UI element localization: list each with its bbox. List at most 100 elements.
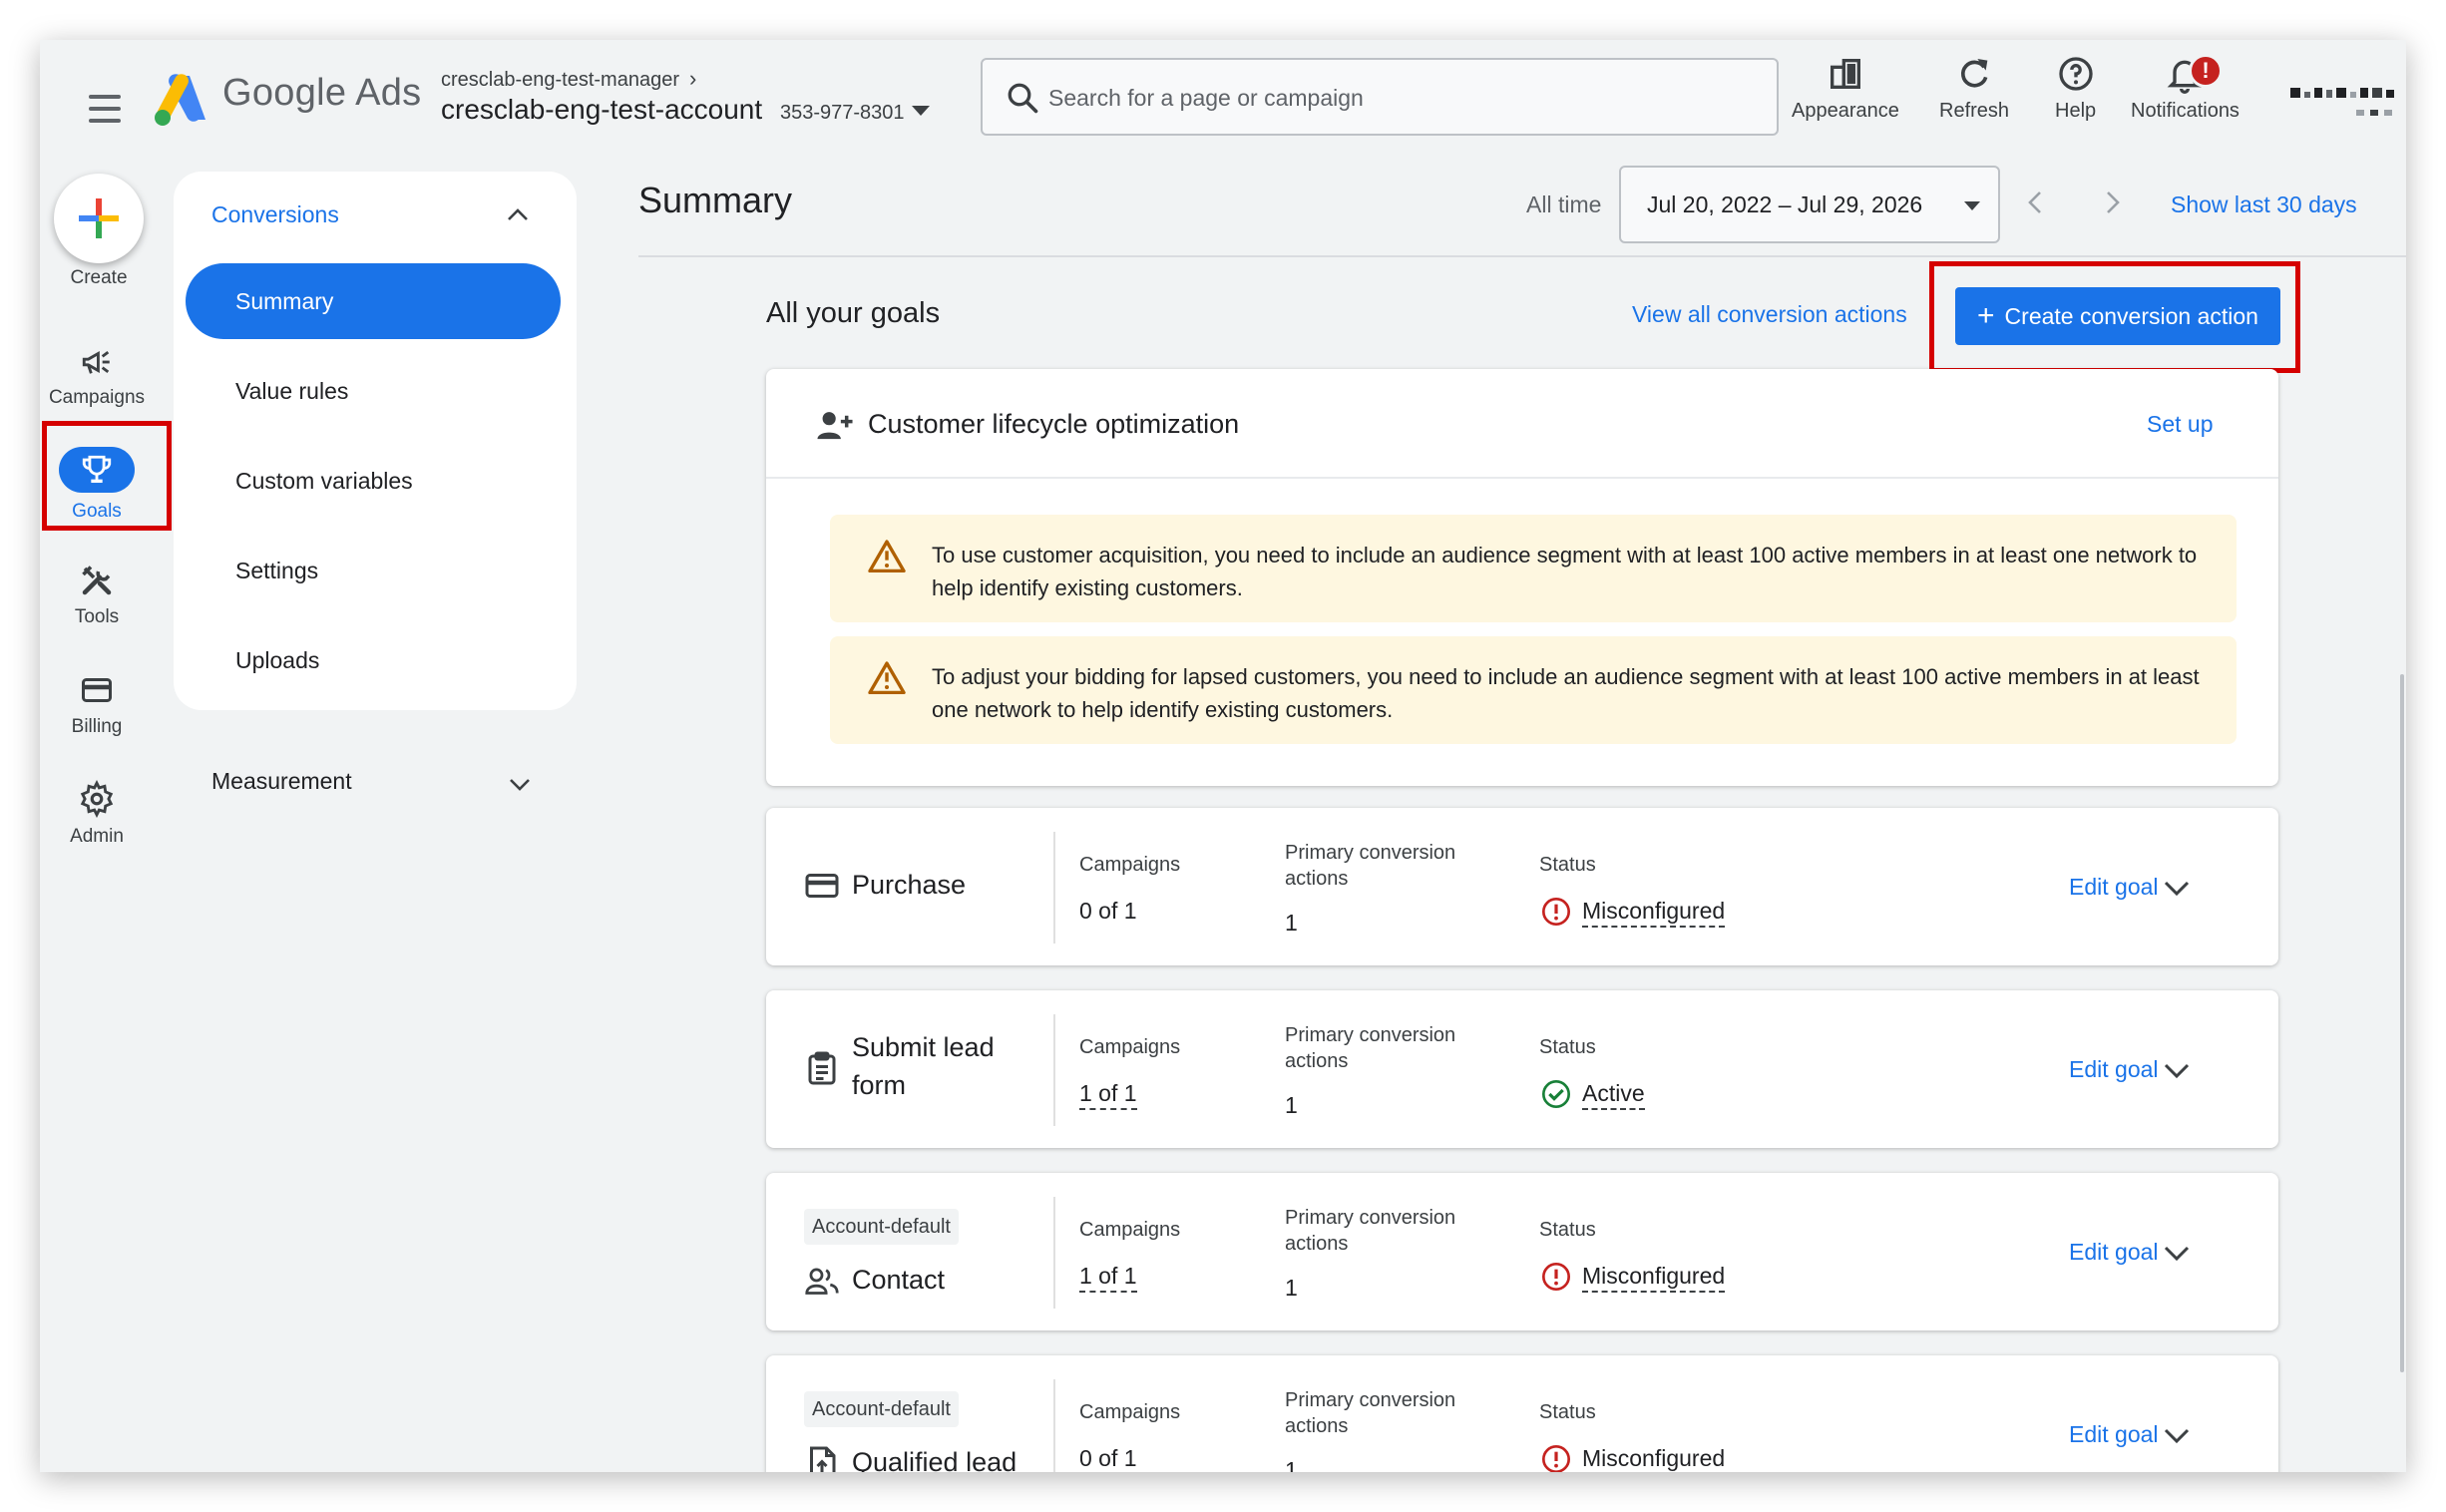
warning-icon [868,661,906,694]
rail-item-admin[interactable]: Admin [40,780,154,848]
account-dropdown-icon[interactable] [912,106,930,116]
goal-card-submit-lead-form: Submit lead form Campaigns 1 of 1 Primar… [766,990,2278,1148]
account-id: 353-977-8301 [780,102,905,124]
all-goals-heading: All your goals [766,297,941,329]
create-button[interactable] [54,174,144,263]
admin-label: Admin [70,826,124,847]
clipboard-icon [808,1051,836,1085]
appearance-icon [1830,59,1860,90]
campaigns-heading: Campaigns [1079,854,1181,876]
goal-separator [1053,1197,1055,1309]
refresh-button[interactable]: Refresh [1939,54,2009,123]
rail-item-tools[interactable]: Tools [40,563,154,628]
rail-item-campaigns[interactable]: Campaigns [40,345,154,409]
show-last-30-days-link[interactable]: Show last 30 days [2171,191,2357,218]
subnav-item-value-rules[interactable]: Value rules [186,353,561,429]
date-range-picker[interactable]: Jul 20, 2022 – Jul 29, 2026 [1619,166,2000,243]
refresh-icon [1961,59,1988,88]
appearance-button[interactable]: Appearance [1792,54,1899,123]
create-action-highlight-box [1929,261,2300,373]
brand-name: Google Ads [222,72,422,114]
campaigns-value: 0 of 1 [1079,898,1137,924]
plus-icon [79,198,119,238]
search-icon [1008,83,1038,114]
edit-goal-link[interactable]: Edit goal [2069,1421,2159,1448]
create-label: Create [70,267,128,288]
next-period-icon[interactable] [2097,188,2127,217]
page-title: Summary [638,180,793,220]
primary-actions-value: 1 [1285,910,1298,936]
measurement-section-header[interactable]: Measurement [211,768,352,795]
people-icon [805,1268,839,1295]
chevron-down-icon[interactable] [509,778,531,792]
gear-icon [80,780,114,818]
dropdown-caret-icon [1964,201,1980,210]
chevron-down-icon[interactable] [2163,880,2191,898]
primary-actions-value: 1 [1285,1275,1298,1301]
conversions-section-header[interactable]: Conversions [211,201,339,228]
chevron-down-icon[interactable] [2163,1245,2191,1263]
account-manager-breadcrumb[interactable]: cresclab-eng-test-manager › [441,66,696,92]
campaigns-value[interactable]: 1 of 1 [1079,1263,1137,1293]
campaigns-heading: Campaigns [1079,1219,1181,1241]
edit-goal-link[interactable]: Edit goal [2069,1056,2159,1083]
google-ads-logo [155,74,205,126]
primary-actions-heading: Primary conversion actions [1285,1024,1456,1072]
status-value[interactable]: Misconfigured [1582,1263,1726,1293]
chevron-right-icon: › [689,66,697,91]
help-icon [2058,57,2093,91]
campaigns-label: Campaigns [48,387,146,408]
notifications-button[interactable]: Notifications ! [2131,54,2240,123]
previous-period-icon[interactable] [2021,188,2051,217]
status-value[interactable]: Misconfigured [1582,1445,1725,1472]
primary-actions-value: 1 [1285,1092,1298,1118]
conversions-subnav: Conversions Summary Value rules Custom v… [174,172,577,710]
status-value[interactable]: Active [1582,1080,1645,1110]
warning-text: To adjust your bidding for lapsed custom… [932,664,2200,722]
customer-lifecycle-card: Customer lifecycle optimization Set up T… [766,369,2278,786]
subnav-item-summary[interactable]: Summary [186,263,561,339]
search-input[interactable] [1048,74,1747,122]
refresh-label: Refresh [1939,100,2010,122]
campaigns-heading: Campaigns [1079,1401,1181,1423]
error-icon [1542,898,1570,926]
subnav-item-custom-variables[interactable]: Custom variables [186,443,561,519]
scrollbar[interactable] [2400,674,2404,1372]
view-all-conversion-actions-link[interactable]: View all conversion actions [1632,301,1907,328]
notification-badge: ! [2189,54,2223,88]
subnav-item-uploads[interactable]: Uploads [186,622,561,698]
account-name[interactable]: cresclab-eng-test-account [441,94,762,126]
status-value[interactable]: Misconfigured [1582,898,1726,928]
lifecycle-title: Customer lifecycle optimization [868,409,1240,439]
subnav-item-settings[interactable]: Settings [186,533,561,608]
set-up-link[interactable]: Set up [2147,411,2214,438]
status-heading: Status [1539,854,1596,876]
goal-name: Purchase [852,870,967,900]
search-box[interactable] [981,58,1779,136]
status-heading: Status [1539,1036,1596,1058]
chevron-down-icon[interactable] [2163,1062,2191,1080]
header-divider [638,255,2406,257]
primary-actions-heading: Primary conversion actions [1285,1389,1456,1437]
account-avatar[interactable] [2290,76,2406,126]
rail-item-billing[interactable]: Billing [40,672,154,738]
chevron-down-icon[interactable] [2163,1427,2191,1445]
help-button[interactable]: Help [2055,54,2096,123]
edit-goal-link[interactable]: Edit goal [2069,874,2159,901]
warning-banner: To use customer acquisition, you need to… [830,515,2237,622]
warning-text: To use customer acquisition, you need to… [932,543,2198,600]
account-manager-label: cresclab-eng-test-manager [441,69,679,91]
warning-banner: To adjust your bidding for lapsed custom… [830,636,2237,744]
check-circle-icon [1542,1080,1570,1108]
app-window: Google Ads cresclab-eng-test-manager › cr… [40,40,2406,1472]
chevron-up-icon[interactable] [507,207,529,221]
goals-highlight-box [42,421,172,531]
campaigns-value[interactable]: 1 of 1 [1079,1080,1137,1110]
edit-goal-link[interactable]: Edit goal [2069,1239,2159,1266]
card-divider [766,477,2278,479]
upload-doc-icon [810,1446,836,1472]
campaigns-value: 0 of 1 [1079,1445,1137,1471]
menu-icon[interactable] [80,84,130,134]
goal-card-purchase: Purchase Campaigns 0 of 1 Primary conver… [766,808,2278,965]
error-icon [1542,1263,1570,1291]
